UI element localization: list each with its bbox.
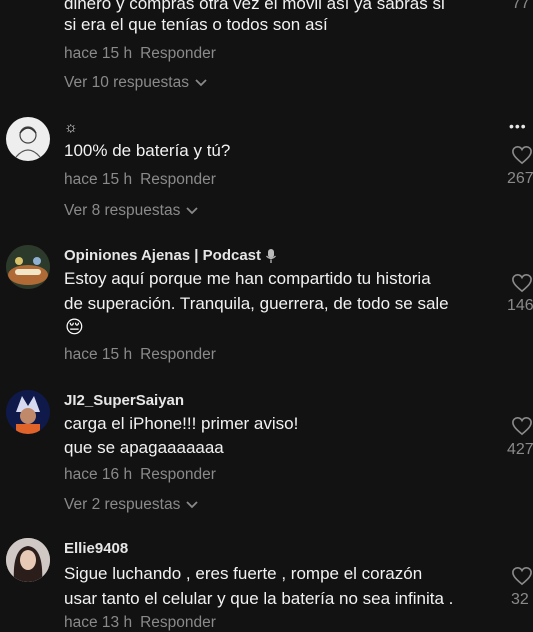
more-options-icon[interactable]: ••• xyxy=(509,118,527,134)
comment-time: hace 15 h xyxy=(64,45,133,62)
comment-time: hace 16 h xyxy=(64,466,133,483)
comment-meta: hace 13 h Responder xyxy=(64,614,216,632)
heart-icon[interactable] xyxy=(511,416,533,436)
view-replies-label: Ver 8 respuestas xyxy=(64,202,181,219)
comment-text-line: carga el iPhone!!! primer aviso! xyxy=(64,414,299,433)
chevron-down-icon xyxy=(186,501,198,509)
like-count: 267 xyxy=(507,170,533,187)
avatar-logo-icon xyxy=(6,245,50,289)
avatar[interactable] xyxy=(6,245,50,289)
microphone-icon xyxy=(266,248,277,263)
comment-text-line: usar tanto el celular y que la batería n… xyxy=(64,589,454,608)
reply-button[interactable]: Responder xyxy=(140,614,216,631)
view-replies-button[interactable]: Ver 2 respuestas xyxy=(64,496,198,514)
comment-username-row[interactable]: Opiniones Ajenas | Podcast xyxy=(64,247,277,264)
chevron-down-icon xyxy=(195,79,207,87)
comment-username[interactable]: ☼ xyxy=(64,119,78,136)
comment-text-line: Sigue luchando , eres fuerte , rompe el … xyxy=(64,564,423,583)
comment-time: hace 13 h xyxy=(64,614,133,631)
like-count: 146 xyxy=(507,297,533,314)
comment-time: hace 15 h xyxy=(64,346,133,363)
comment-meta: hace 15 h Responder xyxy=(64,171,216,189)
chevron-down-icon xyxy=(186,207,198,215)
view-replies-label: Ver 2 respuestas xyxy=(64,496,181,513)
comment-username[interactable]: Ellie9408 xyxy=(64,540,128,557)
avatar-character-icon xyxy=(6,390,50,434)
avatar[interactable] xyxy=(6,117,50,161)
comment-text-line: de superación. Tranquila, guerrera, de t… xyxy=(64,294,449,313)
view-replies-label: Ver 10 respuestas xyxy=(64,74,189,91)
comment-meta: hace 16 h Responder xyxy=(64,466,216,484)
comment-time: hace 15 h xyxy=(64,171,133,188)
comment-text-line: si era el que tenías o todos son así xyxy=(64,15,328,34)
avatar-photo-icon xyxy=(6,538,50,582)
heart-icon[interactable] xyxy=(511,273,533,293)
comment-meta: hace 15 h Responder xyxy=(64,346,216,364)
reply-button[interactable]: Responder xyxy=(140,346,216,363)
comment-username: Opiniones Ajenas | Podcast xyxy=(64,247,262,264)
heart-icon[interactable] xyxy=(511,145,533,165)
reply-button[interactable]: Responder xyxy=(140,466,216,483)
comment-username[interactable]: JI2_SuperSaiyan xyxy=(64,392,184,409)
comment-text-line: 100% de batería y tú? xyxy=(64,141,231,160)
heart-icon[interactable] xyxy=(511,566,533,586)
like-count: 427 xyxy=(507,441,533,458)
like-count: 77 xyxy=(512,0,530,12)
reply-button[interactable]: Responder xyxy=(140,45,216,62)
avatar[interactable] xyxy=(6,390,50,434)
view-replies-button[interactable]: Ver 10 respuestas xyxy=(64,74,207,92)
like-count: 32 xyxy=(511,591,529,608)
comment-meta: hace 15 h Responder xyxy=(64,45,216,63)
comment-text-line: que se apagaaaaaaa xyxy=(64,438,224,457)
avatar[interactable] xyxy=(6,538,50,582)
comment-text-line: Estoy aquí porque me han compartido tu h… xyxy=(64,269,431,288)
sad-face-emoji: 😔 xyxy=(65,317,84,337)
view-replies-button[interactable]: Ver 8 respuestas xyxy=(64,202,198,220)
reply-button[interactable]: Responder xyxy=(140,171,216,188)
avatar-sketch-icon xyxy=(15,126,41,158)
